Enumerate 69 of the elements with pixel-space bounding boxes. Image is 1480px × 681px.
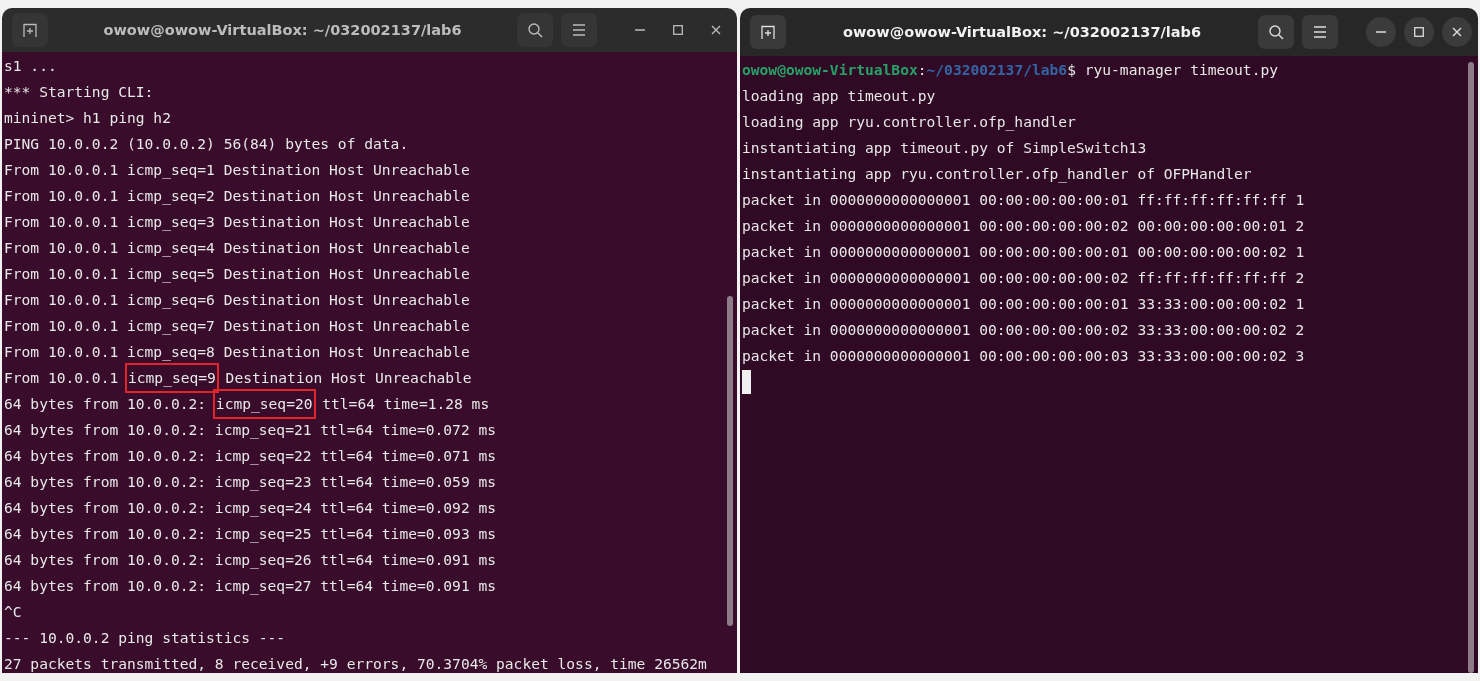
search-icon bbox=[527, 22, 543, 38]
terminal-line: packet in 0000000000000001 00:00:00:00:00:03 33:33:00:00:00:02 3 bbox=[742, 346, 1306, 366]
terminal-line: From 10.0.0.1 icmp_seq=5 Destination Host Unreachable bbox=[4, 264, 471, 285]
terminal-text: From 10.0.0.1 bbox=[4, 368, 119, 388]
terminal-line: From 10.0.0.1 icmp_seq=1 Destination Host Unreachable bbox=[4, 160, 471, 181]
menu-icon bbox=[572, 24, 586, 36]
menu-button[interactable] bbox=[1302, 15, 1338, 49]
maximize-icon bbox=[673, 25, 683, 35]
terminal-line: 64 bytes from 10.0.0.2: icmp_seq=24 ttl=64 time=0.092 ms bbox=[4, 498, 498, 519]
search-button[interactable] bbox=[517, 13, 553, 47]
terminal-line: packet in 0000000000000001 00:00:00:00:00:02 ff:ff:ff:ff:ff:ff 2 bbox=[742, 268, 1306, 288]
search-icon bbox=[1268, 24, 1284, 40]
terminal-line: 64 bytes from 10.0.0.2: icmp_seq=23 ttl=64 time=0.059 ms bbox=[4, 472, 498, 493]
terminal-line: *** Starting CLI: bbox=[4, 82, 155, 102]
terminal-line: From 10.0.0.1 icmp_seq=4 Destination Host Unreachable bbox=[4, 238, 471, 259]
terminal-text: 64 bytes from 10.0.0.2: bbox=[4, 394, 207, 414]
terminal-text: Destination Host Unreachable bbox=[225, 368, 472, 388]
terminal-line: 64 bytes from 10.0.0.2: icmp_seq=21 ttl=64 time=0.072 ms bbox=[4, 420, 498, 441]
close-icon bbox=[1452, 27, 1462, 37]
prompt-user: owow@owow-VirtualBox bbox=[742, 60, 918, 80]
terminal-line: --- 10.0.0.2 ping statistics --- bbox=[4, 628, 287, 648]
terminal-line: From 10.0.0.1 icmp_seq=8 Destination Host Unreachable bbox=[4, 342, 471, 363]
terminal-line: packet in 0000000000000001 00:00:00:00:00:02 00:00:00:00:00:01 2 bbox=[742, 216, 1306, 236]
scrollbar-thumb[interactable] bbox=[727, 296, 733, 626]
terminal-text: : bbox=[917, 60, 927, 80]
terminal-line: mininet> h1 ping h2 bbox=[4, 108, 172, 128]
terminal-line: From 10.0.0.1 icmp_seq=6 Destination Host Unreachable bbox=[4, 290, 471, 311]
search-button[interactable] bbox=[1258, 15, 1294, 49]
close-icon bbox=[711, 25, 721, 35]
menu-button[interactable] bbox=[561, 13, 597, 47]
terminal-line: 64 bytes from 10.0.0.2: icmp_seq=22 ttl=64 time=0.071 ms bbox=[4, 446, 498, 467]
highlight-box: icmp_seq=20 bbox=[214, 391, 314, 417]
window-title: owow@owow-VirtualBox: ~/032002137/lab6 bbox=[102, 22, 463, 38]
terminal-line: instantiating app timeout.py of SimpleSwitch13 bbox=[742, 138, 1148, 158]
terminal-line: From 10.0.0.1 icmp_seq=2 Destination Host Unreachable bbox=[4, 186, 471, 207]
window-title: owow@owow-VirtualBox: ~/032002137/lab6 bbox=[842, 24, 1202, 40]
highlight-box: icmp_seq=9 bbox=[127, 365, 217, 391]
minimize-button[interactable] bbox=[1366, 17, 1396, 47]
terminal-line: From 10.0.0.1 icmp_seq=7 Destination Host Unreachable bbox=[4, 316, 471, 337]
terminal-text: ttl=64 time=1.28 ms bbox=[322, 394, 490, 414]
close-button[interactable] bbox=[1442, 17, 1472, 47]
terminal-line: instantiating app ryu.controller.ofp_handler of OFPHandler bbox=[742, 164, 1253, 185]
terminal-line: 64 bytes from 10.0.0.2: icmp_seq=27 ttl=64 time=0.091 ms bbox=[4, 576, 498, 597]
terminal-line: 27 packets transmitted, 8 received, +9 errors, 70.3704% packet loss, time 26562m bbox=[4, 654, 708, 673]
terminal-line: loading app timeout.py bbox=[742, 86, 937, 106]
menu-icon bbox=[1313, 26, 1327, 38]
terminal-line: packet in 0000000000000001 00:00:00:00:00:01 ff:ff:ff:ff:ff:ff 1 bbox=[742, 190, 1306, 210]
terminal-line: 64 bytes from 10.0.0.2: icmp_seq=26 ttl=64 time=0.091 ms bbox=[4, 550, 498, 571]
terminal-text: $ ryu-manager timeout.py bbox=[1067, 60, 1278, 80]
new-tab-button[interactable] bbox=[12, 13, 48, 47]
terminal-line: 64 bytes from 10.0.0.2: icmp_seq=25 ttl=64 time=0.093 ms bbox=[4, 524, 498, 545]
terminal-line: ^C bbox=[4, 602, 23, 622]
terminal-line: packet in 0000000000000001 00:00:00:00:00:01 00:00:00:00:00:02 1 bbox=[742, 242, 1306, 262]
minimize-icon bbox=[635, 29, 645, 31]
new-tab-icon bbox=[22, 22, 38, 38]
terminal-line: PING 10.0.0.2 (10.0.0.2) 56(84) bytes of data. bbox=[4, 134, 410, 154]
prompt-path: ~/032002137/lab6 bbox=[926, 60, 1068, 80]
terminal-line: packet in 0000000000000001 00:00:00:00:00:02 33:33:00:00:00:02 2 bbox=[742, 320, 1306, 340]
minimize-icon bbox=[1376, 31, 1386, 33]
maximize-icon bbox=[1414, 27, 1424, 37]
terminal-line: packet in 0000000000000001 00:00:00:00:00:01 33:33:00:00:00:02 1 bbox=[742, 294, 1306, 314]
maximize-button[interactable] bbox=[1404, 17, 1434, 47]
cursor-icon bbox=[742, 370, 751, 394]
terminal-line: From 10.0.0.1 icmp_seq=3 Destination Host Unreachable bbox=[4, 212, 471, 233]
new-tab-button[interactable] bbox=[750, 15, 786, 49]
new-tab-icon bbox=[760, 24, 776, 40]
terminal-line: s1 ... bbox=[4, 56, 58, 76]
scrollbar-thumb[interactable] bbox=[1468, 62, 1474, 673]
terminal-line: loading app ryu.controller.ofp_handler bbox=[742, 112, 1077, 133]
